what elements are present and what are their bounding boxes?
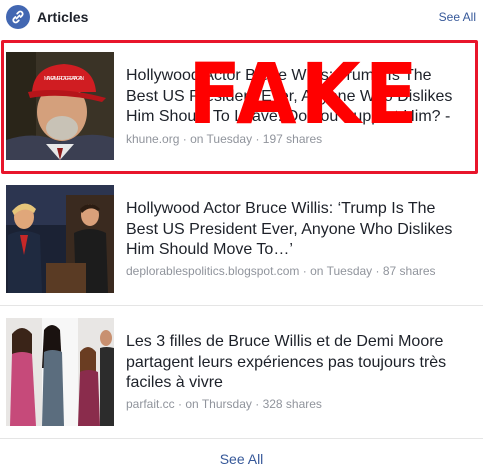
- article-thumbnail[interactable]: [6, 318, 114, 426]
- article-item[interactable]: Les 3 filles de Bruce Willis et de Demi …: [0, 306, 483, 438]
- section-title: Articles: [37, 9, 89, 25]
- articles-header: Articles See All: [0, 0, 483, 34]
- article-time: on Thursday: [185, 397, 252, 411]
- article-meta: parfait.cc · on Thursday · 328 shares: [126, 397, 322, 411]
- articles-panel: Articles See All MAKE AMERICA GREAT AGAI…: [0, 0, 483, 473]
- link-icon: [6, 5, 30, 29]
- see-all-link-top[interactable]: See All: [439, 10, 476, 24]
- fake-stamp: FAKE: [188, 45, 422, 143]
- see-all-link-bottom[interactable]: See All: [0, 451, 483, 467]
- article-title[interactable]: Hollywood Actor Bruce Willis: ‘Trump Is …: [126, 199, 466, 261]
- article-source[interactable]: deplorablespolitics.blogspot.com: [126, 264, 299, 278]
- article-shares: 328 shares: [262, 397, 322, 411]
- divider: [0, 438, 483, 439]
- article-thumbnail[interactable]: [6, 185, 114, 293]
- article-title[interactable]: Les 3 filles de Bruce Willis et de Demi …: [126, 332, 466, 394]
- article-item[interactable]: Hollywood Actor Bruce Willis: ‘Trump Is …: [0, 174, 483, 306]
- article-meta: deplorablespolitics.blogspot.com · on Tu…: [126, 264, 436, 278]
- article-shares: 87 shares: [382, 264, 436, 278]
- article-source[interactable]: parfait.cc: [126, 397, 175, 411]
- article-time: on Tuesday: [310, 264, 373, 278]
